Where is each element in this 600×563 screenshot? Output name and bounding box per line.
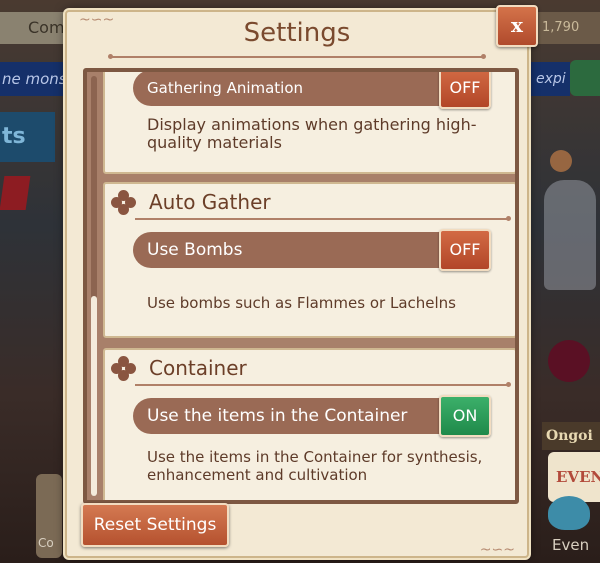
use-container-items-toggle[interactable]: ON [439, 395, 491, 437]
section-auto-gather: Auto Gather Use Bombs OFF Use bombs such… [103, 182, 515, 338]
section-divider [135, 216, 511, 221]
bg-event-card: EVEN [548, 452, 600, 502]
bg-banner-right: expi [530, 62, 570, 96]
gathering-animation-toggle[interactable]: OFF [439, 72, 491, 109]
bg-banner-left: ne mons [0, 62, 70, 96]
bg-bird-icon [548, 496, 590, 530]
bg-bottom-left-button: Co [36, 474, 62, 558]
clover-icon [111, 356, 137, 382]
close-button[interactable]: x [496, 5, 538, 47]
section-container: Container Use the items in the Container… [103, 348, 515, 500]
bg-currency-display: 1,790 [528, 12, 600, 44]
bg-event-label: Even [552, 536, 590, 554]
use-bombs-label: Use Bombs [147, 240, 243, 260]
bg-character [544, 180, 596, 290]
settings-dialog: Settings Gathering Animation OFF Display… [65, 10, 529, 558]
section-gathering-animation: Gathering Animation OFF Display animatio… [103, 72, 515, 174]
bg-lamp [550, 150, 572, 172]
bg-green-button [570, 60, 600, 96]
clover-icon [111, 190, 137, 216]
use-container-items-label: Use the items in the Container [147, 406, 408, 426]
settings-scroll-area[interactable]: Gathering Animation OFF Display animatio… [83, 68, 519, 504]
title-divider [108, 54, 486, 59]
use-bombs-toggle[interactable]: OFF [439, 229, 491, 271]
bg-shop-sign: ts [0, 112, 55, 162]
container-title: Container [149, 356, 247, 380]
bg-top-left-tab: Com [0, 12, 75, 44]
row-use-container-items: Use the items in the Container ON [133, 395, 491, 437]
row-use-bombs: Use Bombs OFF [133, 229, 491, 271]
gathering-animation-description: Display animations when gathering high-q… [147, 115, 477, 152]
gathering-animation-label: Gathering Animation [147, 79, 304, 97]
auto-gather-title: Auto Gather [149, 190, 271, 214]
row-gathering-animation: Gathering Animation OFF [133, 72, 491, 109]
section-divider [135, 382, 511, 387]
reset-settings-button[interactable]: Reset Settings [81, 503, 229, 547]
dialog-title: Settings [243, 18, 351, 48]
scrollbar-thumb[interactable] [91, 296, 97, 496]
bg-heart-decoration [0, 176, 31, 210]
use-container-items-description: Use the items in the Container for synth… [147, 448, 483, 484]
bg-ongoing-label: Ongoi [542, 422, 600, 450]
scrollbar-track[interactable] [91, 76, 97, 496]
bg-orb [548, 340, 590, 382]
use-bombs-description: Use bombs such as Flammes or Lachelns [147, 294, 456, 312]
